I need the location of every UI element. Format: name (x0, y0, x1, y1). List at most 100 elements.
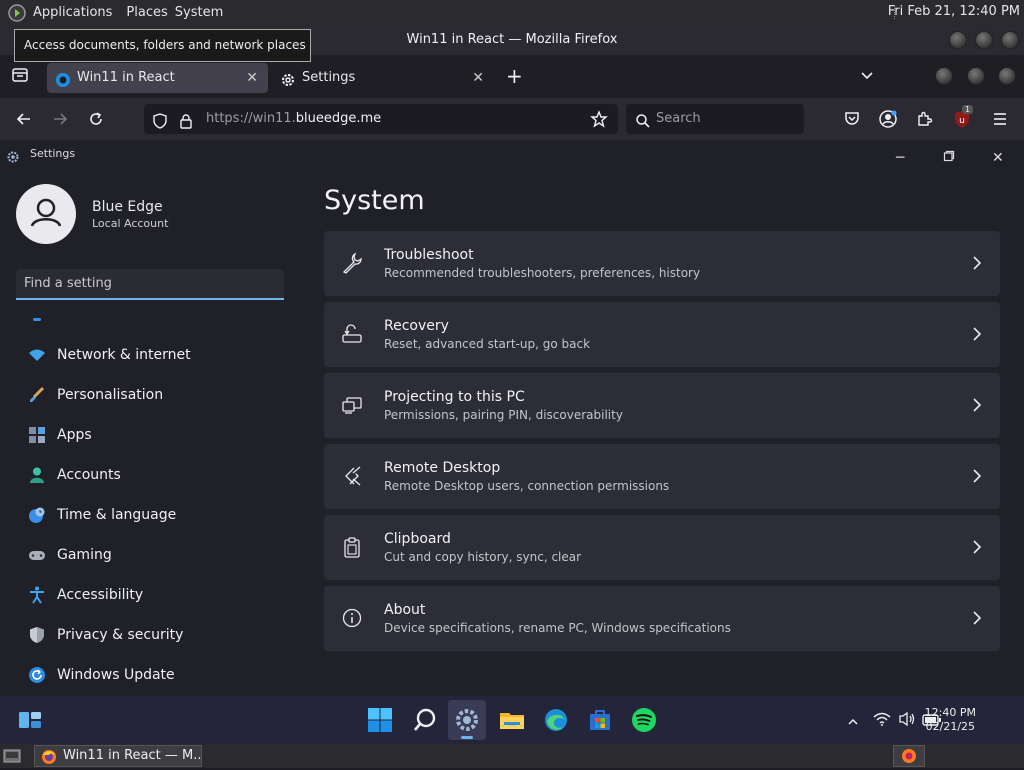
sidebar-item-label: Privacy & security (57, 627, 184, 643)
clipboard-icon (341, 536, 363, 558)
settings-minimize-button[interactable]: ─ (896, 144, 904, 172)
sidebar-item-privacy-security[interactable]: Privacy & security (28, 624, 183, 646)
close-button[interactable] (1001, 31, 1019, 49)
card-clipboard[interactable]: Clipboard Cut and copy history, sync, cl… (324, 515, 1000, 580)
applications-menu[interactable]: Applications (26, 5, 119, 20)
lock-icon[interactable] (178, 111, 194, 141)
url-domain: blueedge.me (295, 111, 382, 126)
chevron-right-icon (972, 255, 982, 271)
forward-arrow-icon[interactable] (51, 110, 69, 132)
recovery-icon (341, 323, 363, 345)
new-tab-icon[interactable]: + (506, 64, 523, 88)
card-title: Projecting to this PC (384, 389, 525, 405)
user-icon (30, 198, 62, 227)
reload-icon[interactable] (87, 110, 105, 132)
search-placeholder: Search (656, 111, 701, 126)
tab-settings[interactable]: Settings ✕ (272, 63, 494, 93)
sidebar-item-accounts[interactable]: Accounts (28, 464, 121, 486)
list-tabs-icon[interactable] (860, 67, 874, 86)
active-app-indicator (461, 736, 473, 739)
sidebar-item-label: Accessibility (57, 587, 144, 603)
tray-app-icon[interactable] (893, 745, 925, 767)
card-title: Troubleshoot (384, 247, 474, 263)
gear-icon (280, 70, 296, 86)
scroll-indicator (33, 318, 41, 321)
tabbar-minimize-button[interactable] (935, 67, 953, 85)
card-subtitle: Device specifications, rename PC, Window… (384, 621, 731, 635)
remote-desktop-icon (341, 465, 363, 487)
sidebar-item-label: Personalisation (57, 387, 164, 403)
win11-taskbar: 12:40 PM 02/21/25 (0, 696, 1024, 744)
volume-icon[interactable] (898, 711, 916, 731)
tabbar-maximize-button[interactable] (967, 67, 985, 85)
chevron-right-icon (972, 468, 982, 484)
settings-title-bar: Settings ─ ✕ (0, 140, 1024, 168)
wifi-tray-icon[interactable] (873, 711, 891, 731)
sidebar-item-accessibility[interactable]: Accessibility (28, 584, 143, 606)
extensions-icon[interactable] (915, 110, 933, 132)
settings-close-button[interactable]: ✕ (992, 144, 1004, 172)
sidebar-item-personalisation[interactable]: Personalisation (28, 384, 163, 406)
search-bar[interactable]: Search (626, 104, 804, 134)
sidebar-item-network[interactable]: Network & internet (28, 344, 191, 366)
card-subtitle: Remote Desktop users, connection permiss… (384, 479, 670, 493)
bookmark-star-icon[interactable] (590, 110, 608, 140)
settings-maximize-button[interactable] (943, 144, 955, 172)
spotify-icon[interactable] (630, 706, 658, 734)
projecting-icon (341, 394, 363, 416)
system-menu[interactable]: System (175, 5, 230, 20)
panel-logo-icon[interactable] (8, 3, 26, 22)
search-taskbar-icon[interactable] (411, 706, 439, 734)
page-title: System (324, 185, 425, 216)
card-title: Remote Desktop (384, 460, 501, 476)
find-setting-input[interactable]: Find a setting (16, 269, 284, 300)
taskbar-clock[interactable]: 12:40 PM 02/21/25 (925, 706, 976, 734)
places-menu[interactable]: Places (119, 5, 174, 20)
sidebar-item-gaming[interactable]: Gaming (28, 544, 112, 566)
avatar[interactable] (16, 184, 76, 244)
card-about[interactable]: About Device specifications, rename PC, … (324, 586, 1000, 651)
start-icon[interactable] (366, 706, 394, 734)
store-icon[interactable] (586, 706, 614, 734)
account-icon[interactable] (878, 109, 898, 133)
sidebar-item-windows-update[interactable]: Windows Update (28, 664, 175, 686)
sidebar-item-label: Time & language (57, 507, 177, 523)
tabbar-close-button[interactable] (998, 67, 1016, 85)
widgets-icon[interactable] (16, 706, 44, 734)
card-projecting[interactable]: Projecting to this PC Permissions, pairi… (324, 373, 1000, 438)
tab-win11-in-react[interactable]: Win11 in React ✕ (47, 63, 268, 93)
info-icon (341, 607, 363, 629)
places-tooltip: Access documents, folders and network pl… (14, 29, 311, 62)
tab-close-icon[interactable]: ✕ (246, 63, 258, 93)
svg-text:u: u (959, 116, 965, 126)
back-arrow-icon[interactable] (15, 110, 33, 132)
file-explorer-icon[interactable] (498, 706, 526, 734)
user-name: Blue Edge (92, 199, 163, 215)
settings-taskbar-icon[interactable] (453, 706, 481, 734)
edge-icon[interactable] (542, 706, 570, 734)
card-troubleshoot[interactable]: Troubleshoot Recommended troubleshooters… (324, 231, 1000, 296)
card-recovery[interactable]: Recovery Reset, advanced start-up, go ba… (324, 302, 1000, 367)
pocket-icon[interactable] (843, 110, 861, 132)
card-remote-desktop[interactable]: Remote Desktop Remote Desktop users, con… (324, 444, 1000, 509)
card-subtitle: Recommended troubleshooters, preferences… (384, 266, 701, 280)
sidebar-item-apps[interactable]: Apps (28, 424, 92, 446)
update-icon (28, 666, 46, 684)
tracking-shield-icon[interactable] (152, 111, 168, 141)
show-desktop-icon[interactable] (3, 748, 21, 768)
card-title: Clipboard (384, 531, 451, 547)
hamburger-menu-icon[interactable] (991, 110, 1009, 132)
card-subtitle: Reset, advanced start-up, go back (384, 337, 591, 351)
maximize-button[interactable] (975, 31, 993, 49)
chevron-up-icon[interactable] (847, 713, 859, 732)
url-bar[interactable]: https://win11.blueedge.me (144, 104, 618, 134)
panel-clock[interactable]: Fri Feb 21, 12:40 PM (888, 4, 1020, 19)
tab-close-icon[interactable]: ✕ (472, 63, 484, 93)
tab-label: Settings (302, 70, 356, 85)
account-type: Local Account (92, 217, 169, 230)
taskbar-window-button[interactable]: Win11 in React — M... (34, 745, 202, 767)
sidebar-item-time-language[interactable]: Time & language (28, 504, 176, 526)
firefox-view-icon[interactable] (11, 66, 29, 88)
minimize-button[interactable] (949, 31, 967, 49)
top-panel: Applications Places System Fri Feb 21, 1… (0, 0, 1024, 25)
